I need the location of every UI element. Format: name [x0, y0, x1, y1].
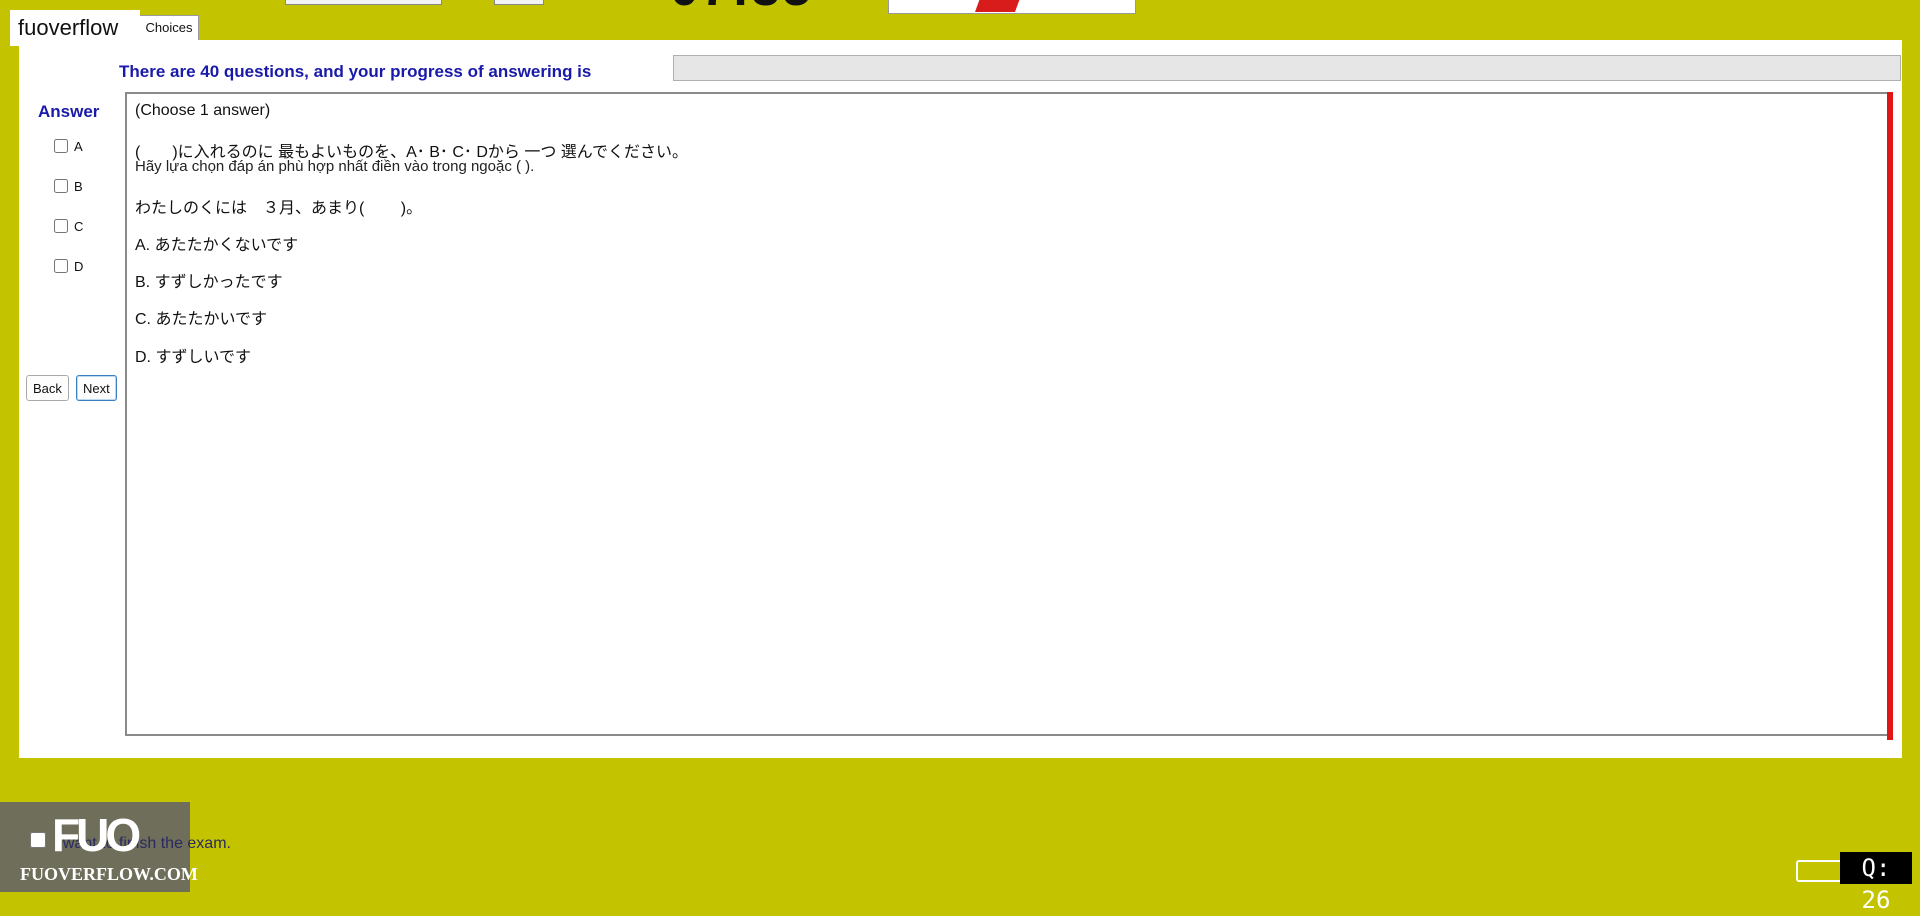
next-button[interactable]: Next [76, 375, 117, 401]
answer-option-label: D [74, 258, 84, 274]
question-sentence: わたしのくには ３月、あまり( )。 [135, 200, 423, 217]
logo-mark: FUO [52, 809, 141, 861]
question-choice-b: B. すずしかったです [135, 274, 283, 291]
answer-checkbox-b[interactable] [54, 179, 68, 193]
top-input-remnant [285, 0, 442, 5]
back-button[interactable]: Back [26, 375, 69, 401]
answer-option-label: B [74, 178, 83, 194]
answer-option-c[interactable]: C [54, 216, 83, 236]
answer-option-b[interactable]: B [54, 176, 83, 196]
question-counter: Q: 26 [1840, 852, 1912, 914]
question-instruction: (Choose 1 answer) [135, 102, 271, 119]
question-choice-a: A. あたたかくないです [135, 237, 299, 254]
question-choice-c: C. あたたかいです [135, 311, 267, 328]
finish-exam-checkbox[interactable] [30, 832, 46, 848]
timer-display: 07:35 [670, 0, 813, 18]
top-banner-image [888, 0, 1136, 14]
answer-checkbox-a[interactable] [54, 139, 68, 153]
brand-label: fuoverflow [10, 10, 140, 46]
answer-checkbox-c[interactable] [54, 219, 68, 233]
top-button-remnant [494, 0, 544, 5]
logo-text: FUOVERFLOW.COM [20, 864, 198, 884]
answer-option-label: A [74, 138, 83, 154]
exam-panel: There are 40 questions, and your progres… [19, 40, 1902, 758]
answer-option-a[interactable]: A [54, 136, 83, 156]
answer-heading: Answer [38, 102, 100, 121]
answer-checkbox-d[interactable] [54, 259, 68, 273]
answer-option-label: C [74, 218, 84, 234]
tab-choices[interactable]: Choices [139, 15, 199, 41]
banner-red-shape [974, 0, 1024, 12]
answer-option-d[interactable]: D [54, 256, 83, 276]
question-box: (Choose 1 answer) ( )に入れるのに 最もよいものを、A･ B… [125, 92, 1893, 740]
q-counter-outline [1796, 860, 1846, 882]
question-choice-d: D. すずしいです [135, 349, 251, 366]
question-prompt-vi: Hãy lựa chọn đáp án phù hợp nhất điền và… [135, 158, 535, 175]
progress-label: There are 40 questions, and your progres… [119, 62, 592, 81]
question-scroll-marker [1887, 92, 1893, 740]
progress-bar [673, 55, 1901, 81]
